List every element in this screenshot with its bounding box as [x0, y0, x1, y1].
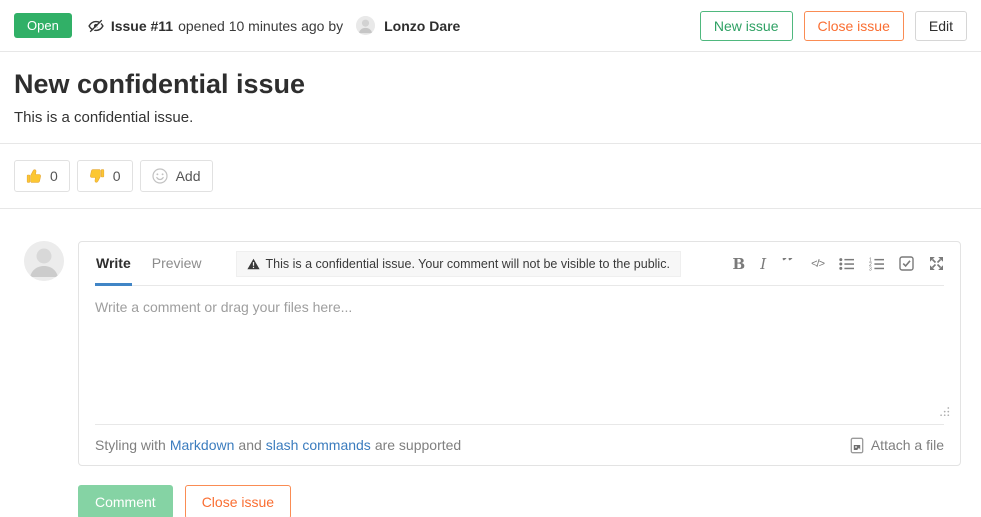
comment-body [95, 286, 944, 425]
markdown-toolbar: B I ” </> 1 2 3 [733, 255, 945, 273]
and-text: and [238, 437, 261, 453]
italic-icon[interactable]: I [760, 255, 766, 273]
thumbs-up-button[interactable]: 0 [14, 160, 70, 192]
bold-icon[interactable]: B [733, 255, 746, 273]
comment-submit-button[interactable]: Comment [78, 485, 173, 517]
author-name[interactable]: Lonzo Dare [384, 18, 460, 34]
author-avatar[interactable] [356, 16, 375, 35]
add-reaction-button[interactable]: Add [140, 160, 213, 192]
thumbs-down-count: 0 [113, 168, 121, 184]
bullet-list-icon[interactable] [839, 255, 854, 273]
new-issue-button[interactable]: New issue [700, 11, 793, 41]
issue-reference: Issue #11 [111, 18, 173, 34]
issue-header: Open Issue #11 opened 10 minutes ago by … [0, 0, 981, 51]
comment-form-header: Write Preview This is a confidential iss… [95, 242, 944, 286]
numbered-list-icon[interactable]: 1 2 3 [869, 255, 884, 273]
smiley-icon [152, 168, 168, 184]
task-list-icon[interactable] [899, 255, 914, 273]
fullscreen-icon[interactable] [929, 255, 944, 273]
form-actions: Comment Close issue [0, 466, 981, 517]
styling-hint: Styling with Markdown and slash commands… [95, 437, 461, 453]
status-badge: Open [14, 13, 72, 38]
tab-write[interactable]: Write [95, 242, 132, 286]
svg-text:3: 3 [869, 266, 872, 270]
warning-icon [247, 258, 260, 270]
quote-icon[interactable]: ” [781, 258, 796, 270]
markdown-link[interactable]: Markdown [170, 437, 235, 453]
code-icon[interactable]: </> [811, 255, 824, 273]
comment-area: Write Preview This is a confidential iss… [0, 209, 981, 466]
thumbs-up-count: 0 [50, 168, 58, 184]
add-reaction-label: Add [176, 168, 201, 184]
edit-button[interactable]: Edit [915, 11, 967, 41]
warning-text: This is a confidential issue. Your comme… [266, 257, 670, 271]
resize-handle[interactable] [939, 404, 950, 422]
attach-file-button[interactable]: Attach a file [849, 437, 944, 454]
award-emoji-row: 0 0 Add [0, 144, 981, 208]
thumbs-down-icon [89, 168, 105, 184]
comment-textarea[interactable] [95, 286, 944, 424]
title-block: New confidential issue This is a confide… [0, 52, 981, 143]
current-user-avatar [24, 241, 64, 281]
supported-text: are supported [375, 437, 461, 453]
close-issue-button-bottom[interactable]: Close issue [185, 485, 291, 517]
tab-preview[interactable]: Preview [151, 242, 203, 286]
close-issue-button-header[interactable]: Close issue [804, 11, 904, 41]
thumbs-down-button[interactable]: 0 [77, 160, 133, 192]
slash-commands-link[interactable]: slash commands [266, 437, 371, 453]
confidential-warning: This is a confidential issue. Your comme… [236, 251, 681, 277]
styling-prefix: Styling with [95, 437, 166, 453]
comment-footer: Styling with Markdown and slash commands… [95, 425, 944, 465]
issue-meta: Issue #11 opened 10 minutes ago by Lonzo… [88, 16, 461, 35]
issue-description: This is a confidential issue. [14, 109, 967, 126]
page-title: New confidential issue [14, 69, 967, 100]
attach-file-label: Attach a file [871, 437, 944, 453]
attach-file-icon [849, 437, 865, 454]
thumbs-up-icon [26, 168, 42, 184]
confidential-eye-slash-icon [88, 18, 104, 34]
opened-text: opened 10 minutes ago by [178, 18, 343, 34]
comment-form: Write Preview This is a confidential iss… [78, 241, 961, 466]
